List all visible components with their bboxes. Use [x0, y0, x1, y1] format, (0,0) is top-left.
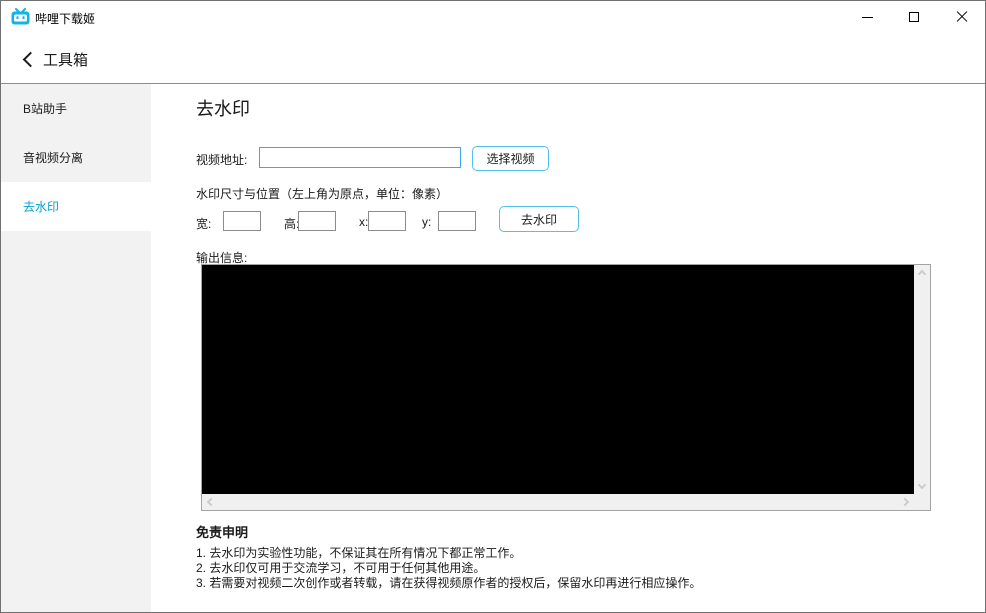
page-breadcrumb-title: 工具箱	[43, 52, 89, 69]
maximize-icon	[909, 12, 919, 22]
chevron-up-icon	[917, 269, 927, 279]
output-panel	[201, 264, 931, 511]
x-label: x:	[359, 215, 369, 229]
app-title: 哔哩下载姬	[35, 12, 96, 26]
close-icon	[956, 11, 968, 23]
remove-watermark-button[interactable]: 去水印	[499, 206, 579, 232]
watermark-size-hint: 水印尺寸与位置（左上角为原点，单位：像素）	[196, 187, 449, 201]
scrollbar-corner	[914, 494, 930, 510]
titlebar[interactable]: 哔哩下载姬	[1, 1, 985, 33]
sidebar-item-label: B站助手	[23, 102, 68, 116]
chevron-left-icon	[22, 51, 38, 67]
close-button[interactable]	[939, 1, 985, 33]
chevron-left-small-icon	[206, 497, 216, 507]
sidebar: B站助手 音视频分离 去水印	[1, 84, 151, 612]
sidebar-item-bilibili-helper[interactable]: B站助手	[1, 84, 151, 133]
x-input[interactable]	[368, 211, 406, 231]
maximize-button[interactable]	[891, 1, 937, 33]
vertical-scrollbar[interactable]	[914, 265, 930, 494]
sidebar-item-label: 音视频分离	[23, 151, 84, 165]
bilibili-tv-icon	[11, 8, 30, 25]
scroll-right-button[interactable]	[898, 494, 914, 510]
sidebar-item-av-separation[interactable]: 音视频分离	[1, 133, 151, 182]
scroll-left-button[interactable]	[202, 494, 218, 510]
horizontal-scrollbar[interactable]	[202, 494, 914, 510]
width-label: 宽:	[196, 217, 212, 231]
app-window: 哔哩下载姬 工具箱 B站助手 音视频分离 去水印 去水印 视频地址: 选择视频 …	[0, 0, 986, 613]
back-button[interactable]	[15, 46, 41, 72]
video-address-label: 视频地址:	[196, 153, 248, 167]
y-label: y:	[422, 215, 432, 229]
scroll-up-button[interactable]	[914, 265, 930, 281]
sidebar-item-label: 去水印	[23, 200, 60, 214]
height-input[interactable]	[298, 211, 336, 231]
minimize-icon	[861, 16, 873, 18]
chevron-down-icon	[917, 480, 927, 490]
scroll-down-button[interactable]	[914, 478, 930, 494]
header: 工具箱	[1, 33, 985, 83]
chevron-right-small-icon	[900, 497, 910, 507]
disclaimer-title: 免责申明	[196, 525, 249, 540]
output-console[interactable]	[202, 265, 914, 494]
y-input[interactable]	[438, 211, 476, 231]
page-title: 去水印	[196, 99, 250, 119]
select-video-button[interactable]: 选择视频	[472, 146, 549, 171]
video-address-input[interactable]	[259, 147, 461, 168]
sidebar-item-remove-watermark[interactable]: 去水印	[1, 182, 151, 231]
disclaimer-line-3: 3. 若需要对视频二次创作或者转载，请在获得视频原作者的授权后，保留水印再进行相…	[196, 576, 702, 590]
minimize-button[interactable]	[844, 1, 890, 33]
width-input[interactable]	[223, 211, 261, 231]
